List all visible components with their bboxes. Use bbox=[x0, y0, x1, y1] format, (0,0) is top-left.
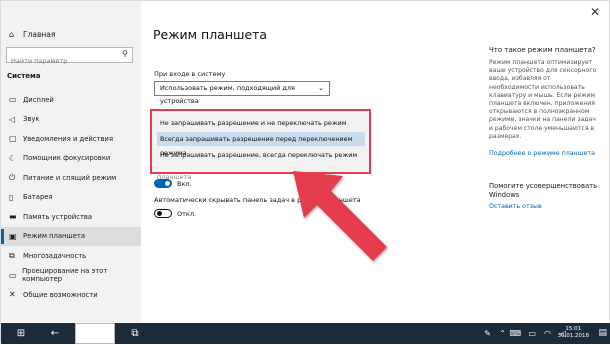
sidebar: ⌂ Главная ⚲ Система ▭ Дисплей ◁ Звук ▢ Уведо… bbox=[1, 1, 141, 322]
dropdown-option[interactable]: Не запрашивать разрешение и не переключа… bbox=[157, 116, 365, 130]
dropdown-option-selected[interactable]: Всегда запрашивать разрешение перед пере… bbox=[157, 132, 365, 157]
section-title: Система bbox=[7, 72, 41, 80]
battery-icon: ▯ bbox=[9, 192, 14, 202]
shared-experiences-icon: ✕ bbox=[9, 290, 16, 300]
chevron-down-icon: ⌄ bbox=[318, 84, 324, 92]
sidebar-item-label: Память устройства bbox=[23, 212, 93, 221]
display-icon: ▭ bbox=[9, 95, 17, 105]
wifi-icon[interactable]: ◠ bbox=[544, 323, 551, 344]
battery-icon[interactable]: ▭ bbox=[528, 323, 536, 344]
toggle-on-label: Вкл. bbox=[177, 180, 192, 188]
notifications-icon: ▢ bbox=[9, 134, 17, 144]
sidebar-item-multitasking[interactable]: ⧉ Многозадачность bbox=[1, 246, 141, 266]
toggle-knob bbox=[165, 181, 170, 186]
page-title: Режим планшета bbox=[153, 27, 268, 42]
search-input[interactable] bbox=[7, 54, 112, 68]
speaker-icon: ◁ bbox=[9, 114, 16, 124]
sidebar-item-label: Уведомления и действия bbox=[23, 134, 114, 143]
sidebar-item-shared-experiences[interactable]: ✕ Общие возможности bbox=[1, 285, 141, 305]
sidebar-item-label: Дисплей bbox=[23, 95, 54, 104]
power-icon: ⏻ bbox=[9, 172, 16, 182]
toggle-off-label: Откл. bbox=[177, 210, 197, 218]
keyboard-icon[interactable]: ⌨ bbox=[509, 323, 521, 344]
feedback-link[interactable]: Оставить отзыв bbox=[489, 203, 542, 210]
help-text: Режим планшета оптимизирует ваше устройс… bbox=[489, 59, 597, 140]
sidebar-item-focus-assist[interactable]: ☾ Помощник фокусировки bbox=[1, 149, 141, 169]
home-icon: ⌂ bbox=[9, 30, 15, 39]
taskbar: ⊞ ← ○ ⧉ ✎ ⌃ ⌨ ▭ ◠ ◁ 15:01 30.01.2018 ▤ bbox=[1, 323, 610, 344]
login-mode-value: Использовать режим, подходящий для устро… bbox=[160, 84, 295, 105]
sidebar-item-label: Режим планшета bbox=[23, 232, 86, 241]
sidebar-item-sound[interactable]: ◁ Звук bbox=[1, 110, 141, 130]
sidebar-item-tablet-mode[interactable]: ▣ Режим планшета bbox=[1, 226, 141, 246]
search-icon[interactable]: ⚲ bbox=[122, 49, 128, 58]
tablet-icon: ▣ bbox=[9, 231, 17, 241]
sidebar-item-projecting[interactable]: ▭ Проецирование на этот компьютер bbox=[1, 266, 141, 286]
login-mode-dropdown[interactable]: Использовать режим, подходящий для устро… bbox=[154, 81, 330, 105]
sidebar-item-label: Батарея bbox=[23, 193, 53, 202]
chevron-up-icon[interactable]: ⌃ bbox=[499, 323, 506, 344]
settings-window: ✕ ⌂ Главная ⚲ Система ▭ Дисплей ◁ Звук ▢ Уве… bbox=[0, 0, 610, 344]
multitasking-icon: ⧉ bbox=[9, 250, 15, 260]
learn-more-link[interactable]: Подробнее о режиме планшета bbox=[489, 150, 595, 157]
home-label: Главная bbox=[23, 30, 56, 39]
hide-icons-toggle[interactable] bbox=[154, 179, 172, 188]
search-icon[interactable]: ○ bbox=[75, 323, 115, 344]
sidebar-item-display[interactable]: ▭ Дисплей bbox=[1, 90, 141, 110]
dropdown-option[interactable]: Не запрашивать разрешение, всегда перекл… bbox=[157, 148, 365, 162]
dropdown-options-popup: Не запрашивать разрешение и не переключа… bbox=[150, 109, 371, 174]
sidebar-item-power[interactable]: ⏻ Питание и спящий режим bbox=[1, 168, 141, 188]
clock-time: 15:01 bbox=[565, 326, 582, 332]
feedback-title: Помогите усовершенствовать Windows bbox=[489, 182, 598, 199]
toggle-knob bbox=[157, 211, 162, 216]
search-box[interactable]: ⚲ bbox=[6, 47, 133, 68]
login-label: При входе в систему bbox=[154, 70, 226, 78]
sidebar-item-label: Проецирование на этот компьютер bbox=[22, 267, 108, 284]
home-link[interactable]: ⌂ Главная bbox=[9, 30, 55, 39]
autohide-taskbar-toggle[interactable] bbox=[154, 209, 172, 218]
sidebar-item-label: Звук bbox=[23, 115, 40, 124]
autohide-taskbar-label: Автоматически скрывать панель задач в ре… bbox=[154, 196, 361, 204]
help-title: Что такое режим планшета? bbox=[489, 46, 596, 54]
notifications-icon[interactable]: ▤ bbox=[598, 323, 607, 344]
clock[interactable]: 15:01 30.01.2018 bbox=[558, 326, 590, 340]
sidebar-item-label: Многозадачность bbox=[23, 251, 87, 260]
sidebar-nav: ▭ Дисплей ◁ Звук ▢ Уведомления и действия ☾… bbox=[1, 90, 141, 305]
close-icon[interactable]: ✕ bbox=[585, 3, 605, 21]
sidebar-item-label: Общие возможности bbox=[23, 290, 98, 299]
pen-icon[interactable]: ✎ bbox=[484, 323, 491, 344]
clock-date: 30.01.2018 bbox=[557, 333, 590, 339]
sidebar-item-battery[interactable]: ▯ Батарея bbox=[1, 188, 141, 208]
sidebar-item-storage[interactable]: ▬ Память устройства bbox=[1, 207, 141, 227]
back-arrow-icon[interactable]: ← bbox=[35, 323, 75, 344]
task-view-icon[interactable]: ⧉ bbox=[115, 323, 155, 344]
sidebar-item-label: Помощник фокусировки bbox=[23, 154, 111, 163]
sidebar-item-label: Питание и спящий режим bbox=[23, 173, 117, 182]
storage-icon: ▬ bbox=[9, 212, 17, 222]
projecting-icon: ▭ bbox=[9, 270, 17, 280]
sidebar-item-notifications[interactable]: ▢ Уведомления и действия bbox=[1, 129, 141, 149]
moon-icon: ☾ bbox=[9, 153, 17, 163]
